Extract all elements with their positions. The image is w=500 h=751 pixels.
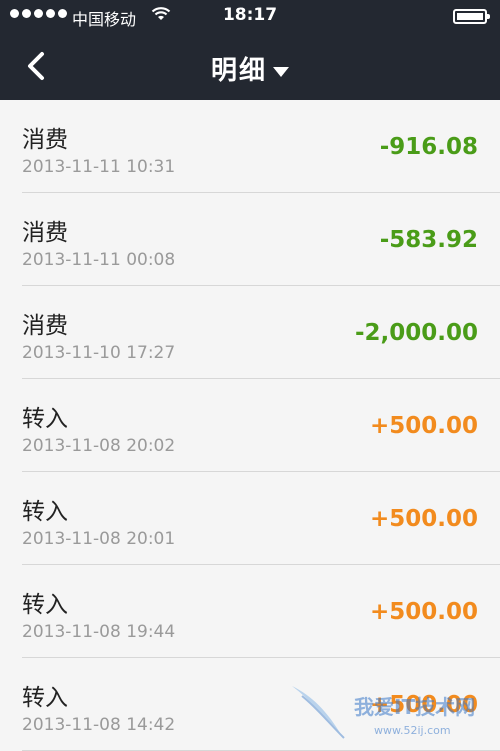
- page-title-dropdown[interactable]: 明细: [0, 50, 500, 87]
- transaction-amount: -916.08: [379, 134, 478, 160]
- transaction-date: 2013-11-08 20:02: [22, 436, 176, 456]
- battery-icon: [453, 9, 490, 24]
- transaction-type: 消费: [22, 313, 68, 339]
- transaction-amount: +500.00: [369, 599, 478, 625]
- transaction-type: 消费: [22, 127, 68, 153]
- header: 中国移动 18:17 明细: [0, 0, 500, 100]
- transaction-date: 2013-11-08 20:01: [22, 529, 176, 549]
- transaction-type: 转入: [22, 406, 68, 432]
- transaction-row[interactable]: 转入 2013-11-08 20:02 +500.00: [0, 379, 500, 472]
- watermark-title: 我爱IT技术网: [354, 695, 475, 719]
- transaction-amount: -583.92: [379, 227, 478, 253]
- transaction-list: 消费 2013-11-11 10:31 -916.08 消费 2013-11-1…: [0, 100, 500, 751]
- transaction-amount: +500.00: [369, 506, 478, 532]
- transaction-date: 2013-11-08 14:42: [22, 715, 176, 735]
- transaction-date: 2013-11-11 10:31: [22, 157, 176, 177]
- transaction-type: 转入: [22, 685, 68, 711]
- transaction-date: 2013-11-11 00:08: [22, 250, 176, 270]
- transaction-row[interactable]: 消费 2013-11-10 17:27 -2,000.00: [0, 286, 500, 379]
- transaction-row[interactable]: 转入 2013-11-08 20:01 +500.00: [0, 472, 500, 565]
- transaction-amount: -2,000.00: [354, 320, 478, 346]
- site-watermark: 我爱IT技术网 www.52ij.com: [292, 686, 475, 739]
- watermark-url: www.52ij.com: [374, 724, 451, 737]
- transaction-type: 转入: [22, 499, 68, 525]
- page-title: 明细: [210, 56, 267, 86]
- transaction-amount: +500.00: [369, 413, 478, 439]
- status-time: 18:17: [222, 5, 278, 25]
- nav-bar: 明细: [0, 32, 500, 100]
- transaction-type: 消费: [22, 220, 68, 246]
- status-bar: 中国移动 18:17: [0, 0, 500, 32]
- transaction-type: 转入: [22, 592, 68, 618]
- transaction-row[interactable]: 转入 2013-11-08 19:44 +500.00: [0, 565, 500, 658]
- transaction-row[interactable]: 消费 2013-11-11 10:31 -916.08: [0, 100, 500, 193]
- caret-down-icon: [273, 66, 289, 77]
- transaction-row[interactable]: 消费 2013-11-11 00:08 -583.92: [0, 193, 500, 286]
- transaction-date: 2013-11-08 19:44: [22, 622, 176, 642]
- transaction-date: 2013-11-10 17:27: [22, 343, 176, 363]
